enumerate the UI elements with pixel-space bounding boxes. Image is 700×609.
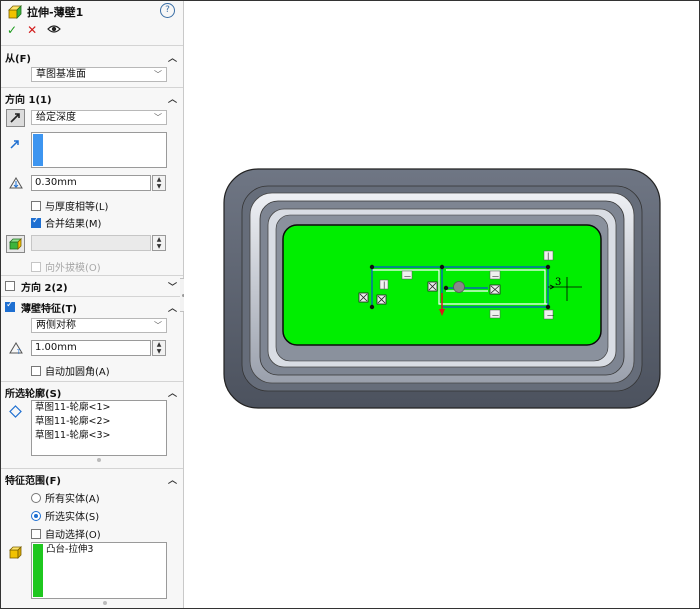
- end-condition-dropdown[interactable]: 给定深度 ﹀: [31, 110, 167, 125]
- list-item[interactable]: 草图11-轮廓<2>: [32, 415, 166, 429]
- relation-mark: —: [404, 272, 411, 280]
- from-section-header[interactable]: 从(F) ︿: [1, 48, 183, 66]
- action-bar: ✓ ✕: [7, 23, 61, 38]
- collapse-icon[interactable]: ︿: [168, 386, 177, 399]
- thin-type-dropdown[interactable]: 两侧对称 ﹀: [31, 318, 167, 333]
- relation-mark: |: [547, 252, 549, 260]
- divider: [1, 45, 183, 46]
- divider: [1, 275, 183, 276]
- auto-select-checkbox[interactable]: [31, 528, 41, 539]
- extrude-feature-icon: [7, 4, 23, 20]
- list-item[interactable]: 凸台-拉伸3: [32, 543, 166, 557]
- collapse-icon[interactable]: ︿: [168, 301, 177, 314]
- feature-title-text: 拉伸-薄壁1: [27, 6, 84, 19]
- chevron-down-icon: ﹀: [154, 113, 162, 122]
- from-dropdown[interactable]: 草图基准面 ﹀: [31, 67, 167, 82]
- equal-thickness-checkbox[interactable]: [31, 200, 41, 211]
- thickness-spinner[interactable]: ▲ ▼: [152, 340, 166, 356]
- collapse-icon[interactable]: ︿: [168, 51, 177, 64]
- relation-mark: —: [492, 311, 499, 319]
- chevron-down-icon: ﹀: [154, 321, 162, 330]
- all-bodies-radio[interactable]: [31, 492, 41, 503]
- origin-marker-icon[interactable]: [453, 281, 465, 293]
- all-bodies-option[interactable]: 所有实体(A): [31, 490, 100, 505]
- feature-scope-section-header[interactable]: 特征范围(F) ︿: [1, 470, 183, 488]
- auto-select-option[interactable]: 自动选择(O): [31, 526, 101, 541]
- relation-mark: —: [492, 272, 499, 280]
- collapse-icon[interactable]: ︿: [168, 92, 177, 105]
- resize-grip[interactable]: [103, 601, 107, 605]
- divider: [1, 468, 183, 469]
- contour-icon: [9, 405, 22, 421]
- direction2-section-header[interactable]: 方向 2(2) ﹀: [1, 277, 183, 295]
- list-item[interactable]: 草图11-轮廓<3>: [32, 429, 166, 443]
- divider: [1, 87, 183, 88]
- bodies-list[interactable]: 凸台-拉伸3: [31, 542, 167, 599]
- dimension-label[interactable]: 3: [555, 277, 561, 288]
- direction1-section-header[interactable]: 方向 1(1) ︿: [1, 89, 183, 107]
- draft-icon: [9, 238, 22, 250]
- direction2-checkbox[interactable]: [5, 281, 15, 291]
- thin-feature-section-header[interactable]: 薄壁特征(T) ︿: [1, 298, 183, 316]
- draft-angle-spinner[interactable]: ▲ ▼: [152, 235, 166, 251]
- cancel-button[interactable]: ✕: [27, 23, 37, 38]
- divider: [1, 296, 183, 297]
- selected-contours-section-header[interactable]: 所选轮廓(S) ︿: [1, 383, 183, 401]
- selected-bodies-option[interactable]: 所选实体(S): [31, 508, 99, 523]
- direction-vector-selection-box[interactable]: [31, 132, 167, 168]
- solid-body-icon: [9, 546, 22, 562]
- window-frame: 拉伸-薄壁1 ? ✓ ✕ 从(F) ︿ 草图基准面 ﹀ 方向 1(1) ︿ 给定…: [0, 0, 700, 609]
- draft-outward-option[interactable]: 向外拔模(O): [31, 259, 101, 274]
- auto-fillet-checkbox[interactable]: [31, 365, 41, 376]
- relation-mark: |: [383, 281, 385, 289]
- svg-text:T: T: [16, 349, 21, 355]
- thickness-input[interactable]: 1.00mm: [31, 340, 151, 356]
- selected-bodies-radio[interactable]: [31, 510, 41, 521]
- reverse-direction-button[interactable]: [6, 109, 25, 127]
- direction-arrow-icon: [9, 138, 21, 153]
- thin-feature-checkbox[interactable]: [5, 300, 15, 312]
- resize-grip[interactable]: [97, 458, 101, 462]
- draft-angle-input[interactable]: [31, 235, 151, 251]
- thickness-icon: T: [8, 341, 24, 358]
- merge-result-checkbox[interactable]: [31, 216, 41, 228]
- selection-highlight-bar: [33, 544, 43, 597]
- merge-result-option[interactable]: 合并结果(M): [31, 215, 101, 230]
- graphics-viewport[interactable]: 3 — — | | — —: [184, 1, 699, 608]
- depth-icon: [8, 176, 24, 193]
- depth-input[interactable]: 0.30mm: [31, 175, 151, 191]
- help-icon[interactable]: ?: [160, 3, 175, 18]
- feature-title: 拉伸-薄壁1: [7, 4, 83, 20]
- preview-eye-icon[interactable]: [47, 23, 61, 38]
- model-view[interactable]: 3 — — | | — —: [184, 1, 699, 608]
- draft-toggle-button[interactable]: [6, 235, 25, 253]
- list-item[interactable]: 草图11-轮廓<1>: [32, 401, 166, 415]
- relation-mark: —: [547, 311, 554, 319]
- equal-thickness-option[interactable]: 与厚度相等(L): [31, 198, 108, 213]
- contours-list[interactable]: 草图11-轮廓<1> 草图11-轮廓<2> 草图11-轮廓<3>: [31, 400, 167, 456]
- divider: [1, 381, 183, 382]
- depth-spinner[interactable]: ▲ ▼: [152, 175, 166, 191]
- ok-button[interactable]: ✓: [7, 23, 17, 38]
- chevron-down-icon: ﹀: [154, 70, 162, 79]
- draft-outward-checkbox[interactable]: [31, 261, 41, 272]
- selection-highlight-bar: [33, 134, 43, 166]
- collapse-icon[interactable]: ︿: [168, 473, 177, 486]
- expand-icon[interactable]: ﹀: [168, 280, 177, 293]
- reverse-arrow-icon: [10, 113, 20, 123]
- auto-fillet-option[interactable]: 自动加圆角(A): [31, 363, 110, 378]
- property-manager-panel: 拉伸-薄壁1 ? ✓ ✕ 从(F) ︿ 草图基准面 ﹀ 方向 1(1) ︿ 给定…: [1, 1, 184, 608]
